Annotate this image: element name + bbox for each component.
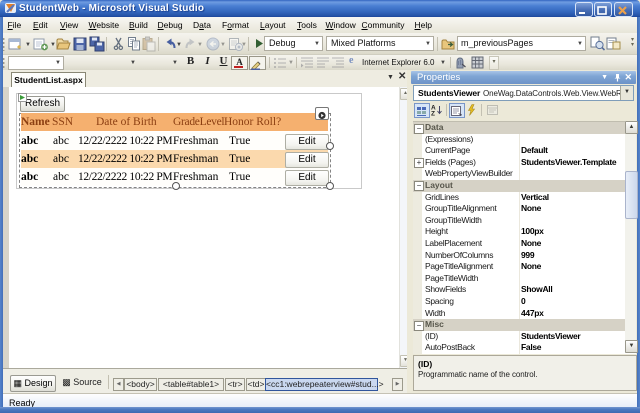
svg-text:Z: Z bbox=[431, 111, 435, 117]
